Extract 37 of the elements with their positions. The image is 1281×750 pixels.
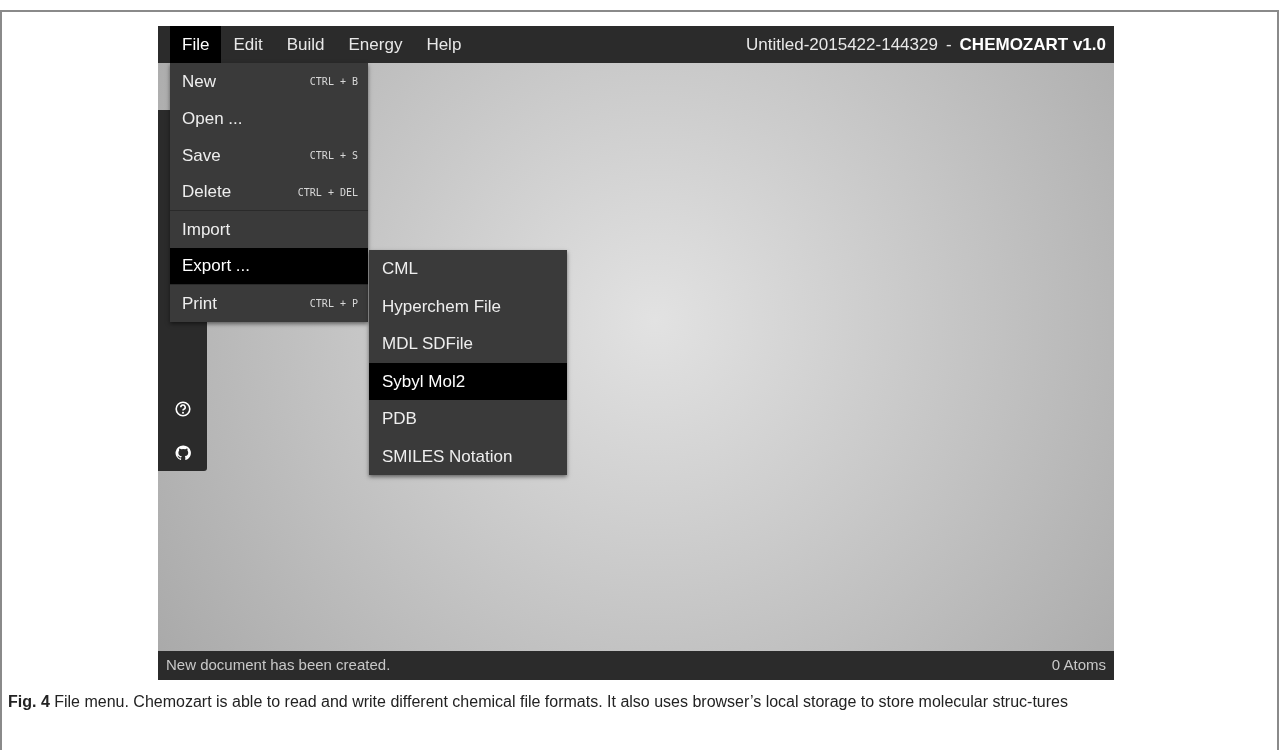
menu-label: New xyxy=(182,70,216,93)
shortcut-label: CTRL + DEL xyxy=(297,185,358,200)
figure-caption: Fig. 4 File menu. Chemozart is able to read and write different chemical file formats. It also uses browser’s local storage to store molecular struc-tures xyxy=(8,692,1068,712)
title-separator: - xyxy=(945,33,952,56)
help-icon[interactable] xyxy=(174,401,191,417)
menu-label: Open ... xyxy=(182,107,243,130)
menu-label: Print xyxy=(182,292,217,315)
menu-item[interactable]: Build xyxy=(274,26,337,63)
submenu-entry[interactable]: SMILES Notation xyxy=(369,437,567,475)
shortcut-label: CTRL + B xyxy=(309,75,358,89)
app-title: CHEMOZART v1.0 xyxy=(959,33,1106,56)
github-icon[interactable] xyxy=(174,445,191,461)
menu-entry[interactable]: Export ... xyxy=(170,248,368,285)
menu-item[interactable]: Help xyxy=(414,26,474,63)
menu-label: Export ... xyxy=(182,255,251,278)
menu-label: Delete xyxy=(182,181,232,204)
menu-item[interactable]: Edit xyxy=(221,26,275,63)
menu-entry[interactable]: New CTRL + B xyxy=(170,63,368,100)
submenu-entry[interactable]: Hyperchem File xyxy=(369,287,567,325)
menu-label: Import xyxy=(182,218,231,241)
atom-count: 0 Atoms xyxy=(1051,655,1106,676)
shortcut-label: CTRL + S xyxy=(309,149,358,163)
menu-entry[interactable]: Save CTRL + S xyxy=(170,137,368,174)
submenu-entry[interactable]: Sybyl Mol2 xyxy=(369,362,567,400)
submenu-entry[interactable]: CML xyxy=(369,250,567,288)
document-title: Untitled-2015422-144329 xyxy=(746,33,938,56)
menu-item[interactable]: Energy xyxy=(336,26,415,63)
menu-entry[interactable]: Delete CTRL + DEL xyxy=(170,174,368,211)
menu-entry[interactable]: Open ... xyxy=(170,100,368,137)
submenu-entry[interactable]: PDB xyxy=(369,400,567,438)
menu-label: Save xyxy=(182,144,221,167)
menu-entry[interactable]: Import xyxy=(170,211,368,248)
shortcut-label: CTRL + P xyxy=(309,297,358,311)
menu-entry[interactable]: Print CTRL + P xyxy=(170,285,368,322)
status-message: New document has been created. xyxy=(166,655,391,676)
menu-item[interactable]: File xyxy=(170,26,222,63)
submenu-entry[interactable]: MDL SDFile xyxy=(369,325,567,363)
